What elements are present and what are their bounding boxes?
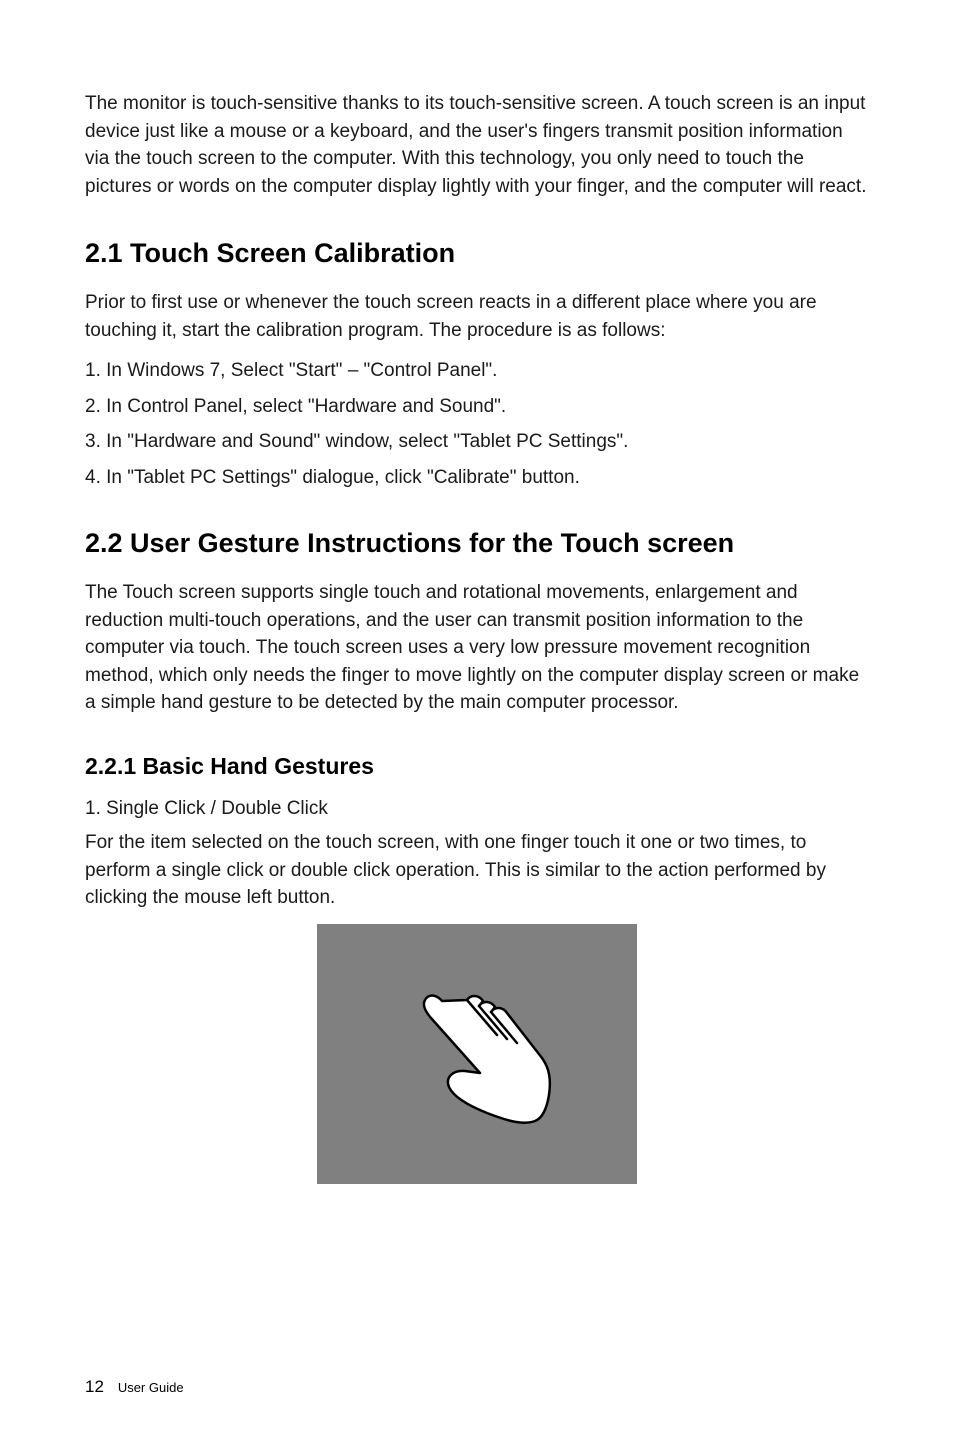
hand-tap-icon: [387, 973, 567, 1153]
step-4: 4. In "Tablet PC Settings" dialogue, cli…: [85, 463, 869, 492]
footer-label: User Guide: [118, 1380, 184, 1395]
single-click-gesture-figure: [317, 924, 637, 1184]
page-number: 12: [85, 1377, 104, 1396]
section-2-2-intro: The Touch screen supports single touch a…: [85, 579, 869, 717]
section-2-1-heading: 2.1 Touch Screen Calibration: [85, 238, 869, 269]
section-2-1-intro: Prior to first use or whenever the touch…: [85, 289, 869, 344]
step-2: 2. In Control Panel, select "Hardware an…: [85, 392, 869, 421]
section-2-2-1-heading: 2.2.1 Basic Hand Gestures: [85, 753, 869, 780]
gesture-1-paragraph: For the item selected on the touch scree…: [85, 829, 869, 912]
figure-container: [85, 924, 869, 1189]
page-footer: 12 User Guide: [85, 1377, 184, 1397]
step-1: 1. In Windows 7, Select "Start" – "Contr…: [85, 356, 869, 385]
section-2-2-heading: 2.2 User Gesture Instructions for the To…: [85, 528, 869, 559]
intro-paragraph: The monitor is touch-sensitive thanks to…: [85, 90, 869, 200]
step-3: 3. In "Hardware and Sound" window, selec…: [85, 427, 869, 456]
gesture-item-1: 1. Single Click / Double Click: [85, 794, 869, 823]
